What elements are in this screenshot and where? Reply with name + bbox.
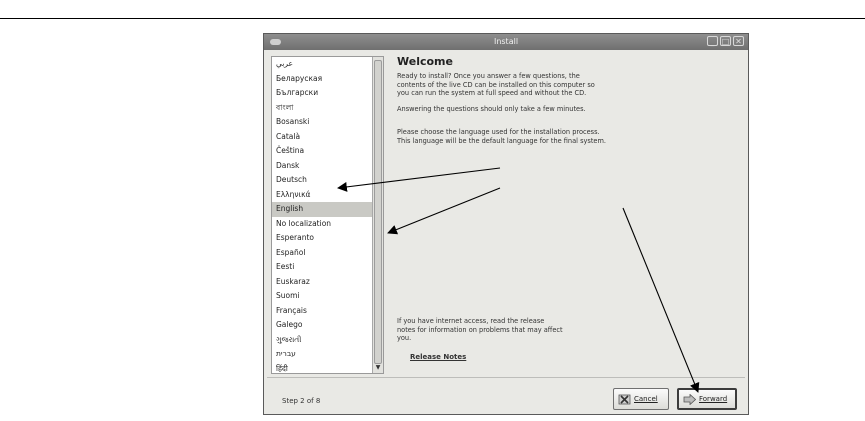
language-item[interactable]: Galego — [272, 318, 373, 333]
cancel-label: Cancel — [634, 395, 658, 403]
language-item[interactable]: Català — [272, 130, 373, 145]
scroll-down-icon[interactable]: ▼ — [373, 364, 383, 372]
language-item[interactable]: Esperanto — [272, 231, 373, 246]
cancel-icon — [618, 394, 631, 405]
cancel-button[interactable]: Cancel — [613, 388, 669, 410]
release-notes-link[interactable]: Release Notes — [410, 353, 466, 361]
language-item[interactable]: Ελληνικά — [272, 188, 373, 203]
language-item[interactable]: Eesti — [272, 260, 373, 275]
top-rule — [0, 18, 865, 19]
maximize-button[interactable]: □ — [720, 36, 731, 46]
language-item[interactable]: Euskaraz — [272, 275, 373, 290]
language-item[interactable]: Français — [272, 304, 373, 319]
forward-label: Forward — [699, 395, 728, 403]
language-list-pane: عربي Беларуская Български বাংলা Bosanski Cata… — [271, 56, 384, 374]
window-controls: _ □ ✕ — [707, 36, 744, 46]
language-item[interactable]: हिंदी — [272, 362, 373, 374]
language-item[interactable]: Čeština — [272, 144, 373, 159]
footer-divider — [267, 377, 745, 378]
step-indicator: Step 2 of 8 — [282, 397, 321, 405]
language-item[interactable]: Suomi — [272, 289, 373, 304]
language-list-scrollbar[interactable]: ▼ — [372, 57, 383, 373]
language-item[interactable]: Български — [272, 86, 373, 101]
forward-arrow-icon — [683, 393, 697, 405]
language-item[interactable]: বাংলা — [272, 101, 373, 116]
language-item[interactable]: Беларуская — [272, 72, 373, 87]
language-item[interactable]: Bosanski — [272, 115, 373, 130]
language-item[interactable]: Deutsch — [272, 173, 373, 188]
language-item[interactable]: Dansk — [272, 159, 373, 174]
release-notes-paragraph: If you have internet access, read the re… — [397, 317, 563, 343]
language-list: عربي Беларуская Български বাংলা Bosanski Cata… — [272, 57, 373, 374]
language-item[interactable]: Español — [272, 246, 373, 261]
minimize-button[interactable]: _ — [707, 36, 718, 46]
close-button[interactable]: ✕ — [733, 36, 744, 46]
language-item[interactable]: No localization — [272, 217, 373, 232]
page-title: Welcome — [397, 55, 453, 68]
language-item[interactable]: ગુજરાતી — [272, 333, 373, 348]
intro-paragraph: Ready to install? Once you answer a few … — [397, 72, 595, 98]
language-instruction-paragraph: Please choose the language used for the … — [397, 128, 607, 145]
duration-paragraph: Answering the questions should only take… — [397, 105, 586, 113]
title-bar[interactable]: Install _ □ ✕ — [264, 34, 748, 50]
forward-button[interactable]: Forward — [677, 388, 737, 410]
language-item[interactable]: עברית — [272, 347, 373, 362]
language-item[interactable]: عربي — [272, 57, 373, 72]
window-menu-icon[interactable] — [270, 39, 281, 45]
language-item[interactable]: English — [272, 202, 373, 217]
scrollbar-thumb[interactable] — [374, 60, 382, 364]
window-title: Install — [493, 37, 519, 46]
installer-window: Install _ □ ✕ عربي Беларуская Български বাং… — [263, 33, 749, 415]
